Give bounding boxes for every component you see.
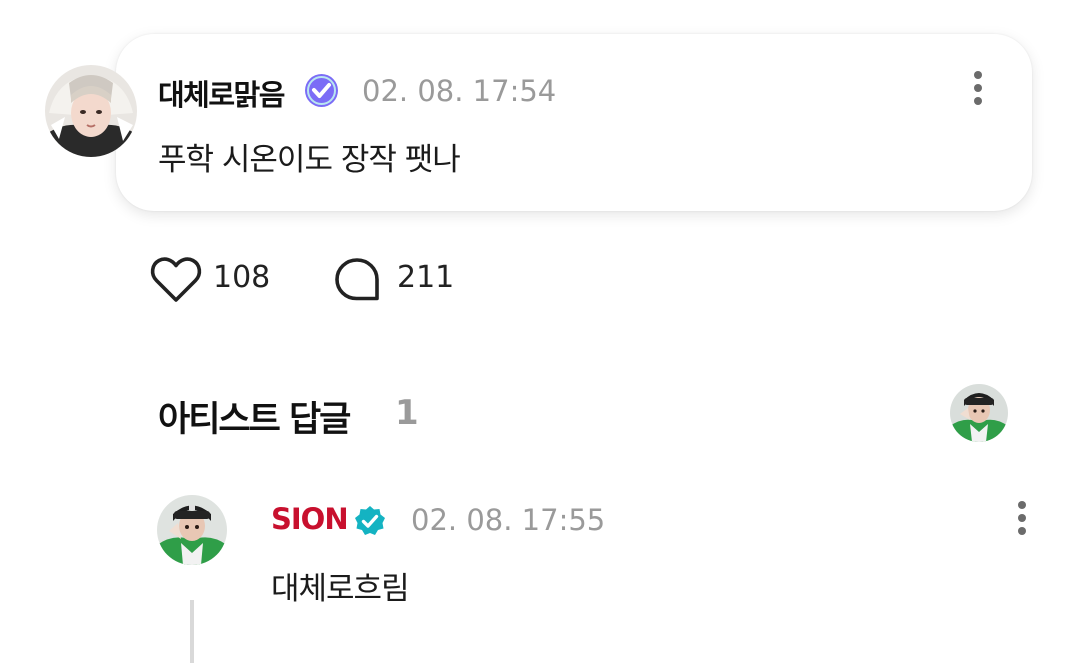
post-timestamp: 02. 08. 17:54 (362, 74, 557, 108)
avatar-image (157, 495, 227, 565)
artist-avatar-small[interactable] (950, 384, 1008, 442)
speech-bubble-icon[interactable] (333, 256, 381, 304)
reply-author-name[interactable]: SION (271, 502, 349, 536)
verified-membership-badge-icon (304, 73, 339, 108)
heart-icon[interactable] (150, 256, 202, 304)
reply-timestamp: 02. 08. 17:55 (411, 503, 606, 537)
post-body-text: 푸학 시온이도 장작 팻나 (158, 142, 461, 178)
avatar-image (45, 65, 137, 157)
reply-author-avatar[interactable] (157, 495, 227, 565)
post-author-avatar[interactable] (45, 65, 137, 157)
avatar-image (950, 384, 1008, 442)
like-count: 108 (213, 260, 271, 295)
comment-count: 211 (397, 260, 455, 295)
artist-replies-count: 1 (395, 393, 419, 433)
more-vertical-icon[interactable] (960, 68, 996, 108)
reply-body-text: 대체로흐림 (271, 571, 410, 607)
reply-thread-line (190, 600, 194, 663)
more-vertical-icon[interactable] (1004, 498, 1040, 538)
artist-replies-title: 아티스트 답글 (158, 400, 351, 440)
artist-verified-badge-icon (354, 505, 386, 537)
fan-post-card[interactable] (116, 34, 1032, 211)
post-author-name[interactable]: 대체로맑음 (158, 72, 285, 114)
